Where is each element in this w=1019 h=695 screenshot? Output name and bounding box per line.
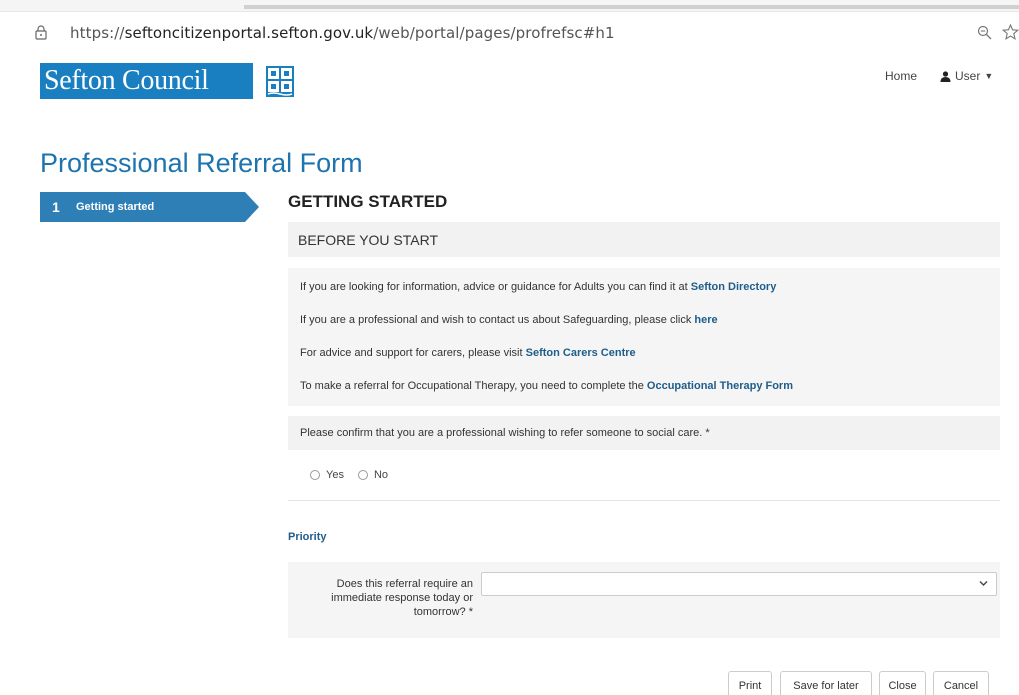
user-menu-label: User (955, 69, 981, 83)
occupational-therapy-form-link[interactable]: Occupational Therapy Form (647, 380, 793, 392)
confirm-professional-question: Please confirm that you are a profession… (288, 416, 1000, 450)
sefton-council-logo[interactable]: Sefton Council (40, 63, 294, 99)
chevron-down-icon (979, 581, 988, 586)
radio-yes-label: Yes (326, 469, 344, 481)
priority-panel: Does this referral require an immediate … (288, 562, 1000, 638)
lock-icon[interactable] (35, 25, 47, 40)
cancel-button[interactable]: Cancel (933, 671, 989, 695)
logo-text: Sefton Council (44, 65, 209, 96)
print-button[interactable]: Print (728, 671, 772, 695)
user-menu[interactable]: User ▼ (940, 69, 993, 83)
radio-yes[interactable]: Yes (310, 469, 344, 481)
url-host: seftoncitizenportal.sefton.gov.uk (124, 24, 374, 42)
sefton-directory-link[interactable]: Sefton Directory (691, 281, 777, 293)
step-getting-started[interactable]: 1 Getting started (40, 192, 259, 222)
caret-down-icon: ▼ (984, 71, 994, 81)
sefton-carers-centre-link[interactable]: Sefton Carers Centre (526, 347, 636, 359)
nav-home-link[interactable]: Home (885, 69, 917, 83)
confirm-question-label: Please confirm that you are a profession… (300, 427, 710, 439)
info-text: To make a referral for Occupational Ther… (300, 380, 647, 392)
url-bar[interactable]: https://seftoncitizenportal.sefton.gov.u… (70, 24, 615, 42)
panel-title: BEFORE YOU START (298, 231, 439, 248)
step-number: 1 (52, 199, 60, 215)
safeguarding-here-link[interactable]: here (694, 314, 717, 326)
url-path: /web/portal/pages/profrefsc#h1 (373, 24, 615, 42)
radio-circle-icon[interactable] (310, 470, 320, 480)
priority-heading: Priority (288, 531, 327, 543)
priority-question-label: Does this referral require an immediate … (331, 578, 473, 618)
info-line-occupational-therapy: To make a referral for Occupational Ther… (300, 380, 793, 392)
info-text: If you are a professional and wish to co… (300, 314, 695, 326)
info-text: If you are looking for information, advi… (300, 281, 691, 293)
before-you-start-panel: BEFORE YOU START (288, 222, 1000, 257)
info-text: For advice and support for carers, pleas… (300, 347, 526, 359)
window-top-edge (0, 0, 1019, 12)
section-title: GETTING STARTED (288, 192, 448, 211)
browser-address-bar: https://seftoncitizenportal.sefton.gov.u… (0, 0, 1019, 54)
close-button[interactable]: Close (879, 671, 926, 695)
page-title: Professional Referral Form (40, 148, 363, 178)
save-for-later-button[interactable]: Save for later (780, 671, 872, 695)
confirm-radio-group: Yes No (310, 469, 388, 481)
info-line-directory: If you are looking for information, advi… (300, 281, 776, 293)
info-line-safeguarding: If you are a professional and wish to co… (300, 314, 718, 326)
user-icon (940, 70, 951, 82)
radio-circle-icon[interactable] (357, 470, 368, 480)
url-prefix: https:// (70, 24, 125, 42)
info-panel: If you are looking for information, advi… (288, 268, 1000, 406)
favorite-star-icon[interactable] (1002, 24, 1019, 40)
zoom-icon[interactable] (977, 25, 992, 40)
council-crest-icon (266, 66, 294, 97)
radio-no-label: No (373, 469, 389, 481)
section-divider (288, 500, 1000, 501)
priority-select[interactable] (481, 572, 997, 596)
radio-no[interactable]: No (357, 469, 389, 481)
step-label: Getting started (76, 201, 155, 213)
scroll-indicator (244, 5, 1019, 9)
info-line-carers: For advice and support for carers, pleas… (300, 347, 636, 359)
